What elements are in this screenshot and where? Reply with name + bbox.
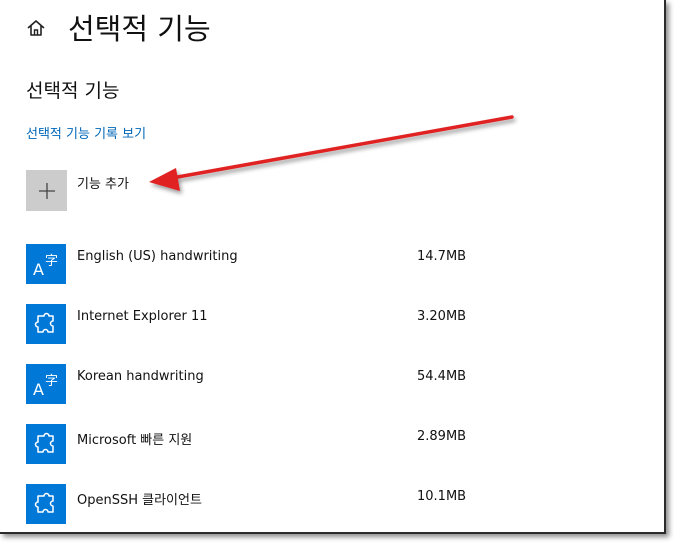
settings-window: 선택적 기능 선택적 기능 선택적 기능 기록 보기 기능 추가 A 字 Eng… (0, 0, 666, 534)
feature-size: 2.89MB (417, 429, 467, 444)
puzzle-icon (26, 484, 66, 524)
installed-feature-list: A 字 English (US) handwriting 14.7MB Inte… (26, 244, 486, 532)
add-feature-button[interactable]: 기능 추가 (26, 170, 129, 211)
plus-icon (26, 170, 67, 211)
feature-item-english-handwriting[interactable]: A 字 English (US) handwriting 14.7MB (26, 244, 486, 284)
feature-name: English (US) handwriting (77, 249, 238, 264)
feature-name: Microsoft 빠른 지원 (77, 433, 193, 448)
svg-text:A: A (33, 260, 44, 279)
page-title: 선택적 기능 (68, 12, 211, 46)
feature-size: 14.7MB (417, 249, 467, 264)
feature-size: 54.4MB (417, 369, 467, 384)
feature-item-internet-explorer[interactable]: Internet Explorer 11 3.20MB (26, 304, 486, 344)
puzzle-icon (26, 304, 66, 344)
view-feature-history-link[interactable]: 선택적 기능 기록 보기 (26, 123, 146, 142)
feature-item-openssh-client[interactable]: OpenSSH 클라이언트 10.1MB (26, 484, 486, 524)
feature-size: 3.20MB (417, 309, 467, 324)
language-icon: A 字 (26, 244, 66, 284)
home-icon[interactable] (26, 18, 46, 38)
feature-name: Korean handwriting (77, 369, 204, 384)
add-feature-label: 기능 추가 (77, 177, 129, 192)
feature-item-microsoft-quick-assist[interactable]: Microsoft 빠른 지원 2.89MB (26, 424, 486, 464)
feature-size: 10.1MB (417, 489, 467, 504)
svg-text:字: 字 (45, 374, 58, 389)
feature-item-korean-handwriting[interactable]: A 字 Korean handwriting 54.4MB (26, 364, 486, 404)
svg-text:字: 字 (45, 254, 58, 269)
svg-text:A: A (33, 380, 44, 399)
language-icon: A 字 (26, 364, 66, 404)
puzzle-icon (26, 424, 66, 464)
feature-name: Internet Explorer 11 (77, 309, 208, 324)
feature-name: OpenSSH 클라이언트 (77, 493, 202, 508)
section-title: 선택적 기능 (26, 80, 120, 102)
